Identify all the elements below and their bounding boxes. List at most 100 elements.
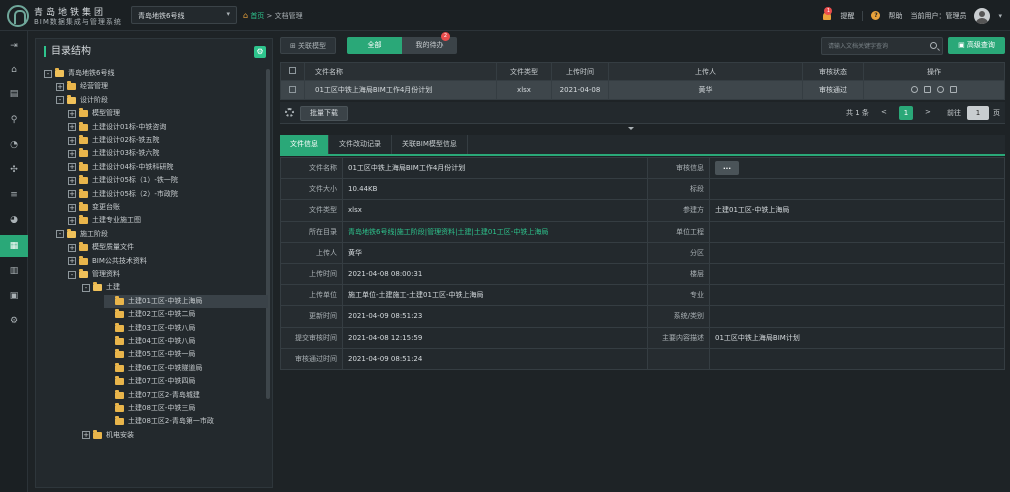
tree-node[interactable]: 土建05工区-中铁一局 [104,348,195,361]
info-value: 2021-04-08 12:15:59 [342,326,648,349]
gear-icon[interactable] [285,108,294,117]
expand-icon[interactable]: + [56,82,64,91]
tree-node[interactable]: + 土建设计05标（2）-市政院 [68,188,178,201]
expand-icon[interactable]: + [68,203,76,212]
tree-node[interactable]: + 变更台账 [68,201,120,214]
tree-node[interactable]: - 施工阶段 [56,228,108,241]
tree-node[interactable]: + 土建设计03标-铁六院 [68,147,159,160]
tree-node[interactable]: + 土建设计01标-中铁咨询 [68,121,166,134]
link-model-button[interactable]: ⊞ 关联模型 [280,37,336,54]
collapse-icon[interactable]: - [82,283,90,292]
tree-node[interactable]: 土建06工区-中铁隧道局 [104,362,202,375]
image-icon[interactable]: ▣ [0,285,28,307]
expand-icon[interactable]: + [68,190,76,199]
flow-icon[interactable]: ⚲ [0,109,28,131]
tree-node[interactable]: 土建07工区2-青岛城建 [104,389,200,402]
expand-icon[interactable]: + [68,149,76,158]
tree-scrollbar[interactable] [266,69,270,399]
expand-icon[interactable]: + [68,176,76,185]
info-value[interactable]: 青岛地铁6号线|施工阶段|管理资料|土建|土建01工区-中铁上海局 [342,220,648,243]
advanced-search-icon: ▣ [958,41,965,49]
tree-node[interactable]: + 土建专业施工图 [68,214,141,227]
notify-label[interactable]: 提醒 [840,11,854,21]
bar-icon[interactable]: ▥ [0,260,28,282]
avatar[interactable] [974,7,991,24]
select-all-checkbox[interactable] [289,67,296,74]
table-row[interactable]: 01工区中铁上海局BIM工作4月份计划 xlsx 2021-04-08 黄华 审… [280,80,1005,100]
chevron-down-icon[interactable]: ▾ [998,12,1002,20]
segment-all[interactable]: 全部 [347,37,402,54]
tree-node[interactable]: 土建01工区-中铁上海局 [104,294,268,308]
page-number-input[interactable]: 1 [967,106,989,120]
cell-name[interactable]: 01工区中铁上海局BIM工作4月份计划 [304,80,497,100]
tree-node[interactable]: 土建07工区-中铁四局 [104,375,195,388]
row-checkbox[interactable] [289,85,296,93]
tab-change-log[interactable]: 文件改动记录 [329,135,392,154]
project-select[interactable]: 青岛地铁6号线 ▾ [131,6,237,24]
tree-node[interactable]: 土建08工区2-青岛第一市政 [104,415,214,428]
batch-download-button[interactable]: 批量下载 [300,106,348,121]
puzzle-icon[interactable]: ✣ [0,159,28,181]
info-row: 文件大小 10.44KB 标段 [280,178,1005,201]
tree-node[interactable]: + 土建设计02标-铁五院 [68,134,159,147]
tree-node[interactable]: + 机电安装 [82,429,134,442]
tree-node[interactable]: + 土建设计05标（1）-铁一院 [68,174,178,187]
tree-node[interactable]: + 土建设计04标-中铁科研院 [68,161,173,174]
approve-icon[interactable] [937,85,945,93]
folder-icon [79,135,88,144]
expand-icon[interactable]: + [68,216,76,225]
collapse-icon[interactable]: - [56,96,64,105]
advanced-search-button[interactable]: ▣ 高级查询 [948,37,1005,54]
expand-icon[interactable]: + [68,243,76,252]
search-icon[interactable] [930,42,937,49]
search-input[interactable] [822,38,922,54]
tree-node[interactable]: - 土建 [82,281,120,294]
tree-node[interactable]: - 管理资料 [68,268,120,281]
settings-icon[interactable]: ⚙ [0,310,28,332]
home-icon[interactable]: ⌂ [0,59,28,81]
download-icon[interactable] [923,85,931,93]
help-label[interactable]: 帮助 [888,11,902,21]
expand-icon[interactable]: + [68,136,76,145]
expand-icon[interactable]: + [68,163,76,172]
tree-node[interactable]: - 青岛地铁6号线 [44,67,114,80]
doc-icon[interactable]: ▦ [0,235,28,257]
expand-icon[interactable]: + [82,431,90,440]
tree-node[interactable]: + 模型质量文件 [68,241,134,254]
menu-icon[interactable]: ⇥ [0,35,28,57]
tab-file-info[interactable]: 文件信息 [280,135,329,154]
collapse-icon[interactable]: - [68,270,76,279]
expand-icon[interactable]: + [68,109,76,118]
view-icon[interactable] [910,85,918,93]
chart-icon[interactable]: ▤ [0,83,28,105]
tree-node[interactable]: - 设计阶段 [56,94,108,107]
help-icon[interactable]: ? [871,11,881,20]
tree-node-label: 土建设计05标（2）-市政院 [92,189,178,198]
tab-bim-model[interactable]: 关联BIM模型信息 [392,135,468,154]
info-key: 参建方 [647,199,710,222]
tree-settings-button[interactable]: ⚙ [254,46,266,58]
expand-icon[interactable]: + [68,123,76,132]
pager-current[interactable]: 1 [899,106,913,120]
pie-icon[interactable]: ◕ [0,209,28,231]
pager-prev[interactable]: < [881,108,887,116]
tree-node[interactable]: 土建02工区-中铁二局 [104,308,195,321]
tree-node[interactable]: 土建08工区-中铁三局 [104,402,195,415]
delete-icon[interactable] [950,85,958,93]
gauge-icon[interactable]: ◔ [0,134,28,156]
tree-node[interactable]: 土建04工区-中铁八局 [104,335,195,348]
pager-next[interactable]: > [925,108,931,116]
collapse-icon[interactable]: - [44,69,52,78]
sliders-icon[interactable]: ≡ [0,184,28,206]
collapse-icon[interactable]: - [56,230,64,239]
tree-node[interactable]: + BIM公共技术资料 [68,255,147,268]
tree-node[interactable]: + 经营管理 [56,80,108,93]
review-info-button[interactable]: ... [715,161,739,176]
breadcrumb-home[interactable]: 首页 [250,12,264,20]
tree-node[interactable]: 土建03工区-中铁八局 [104,322,195,335]
bell-icon[interactable]: 1 [822,6,833,21]
tree-node[interactable]: + 模型管理 [68,107,120,120]
tree-node-label: 青岛地铁6号线 [68,69,115,77]
expand-icon[interactable]: + [68,257,76,266]
panel-splitter[interactable] [280,125,1005,133]
